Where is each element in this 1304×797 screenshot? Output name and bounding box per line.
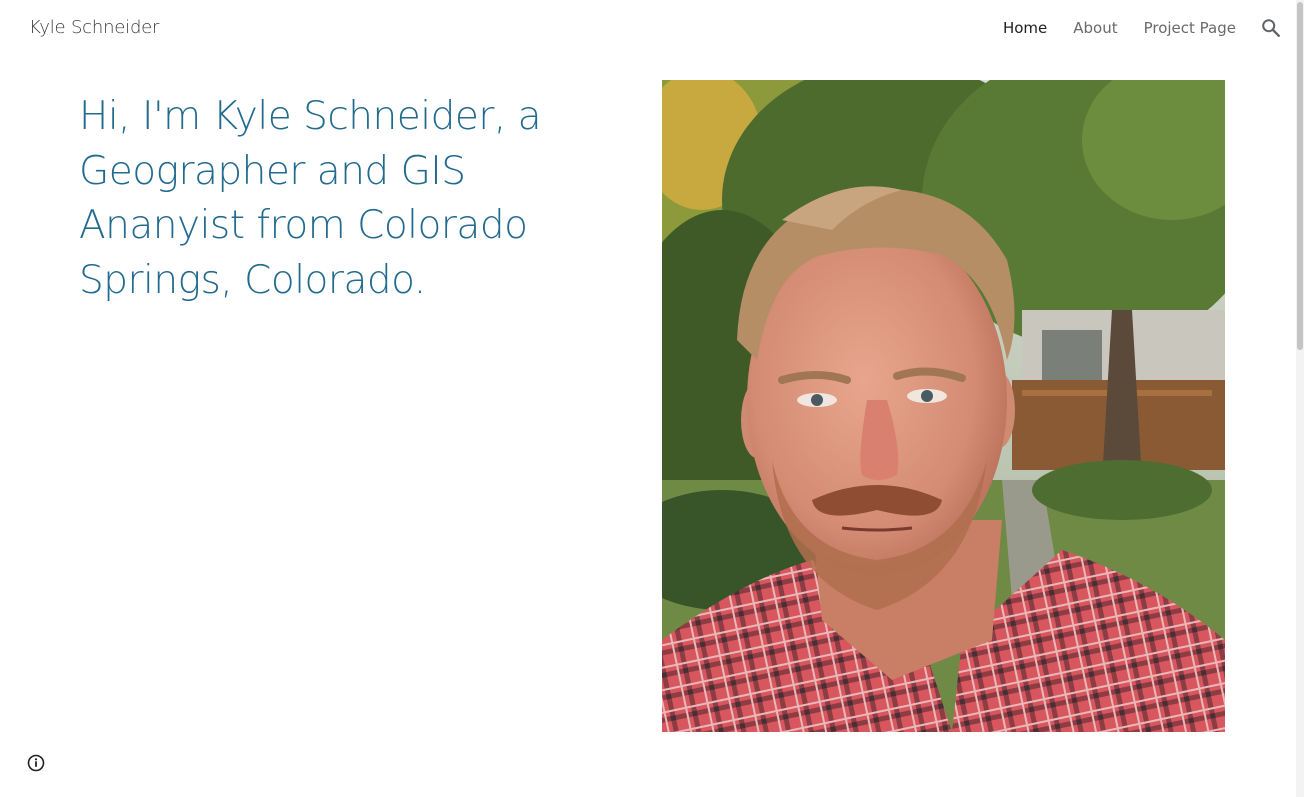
nav-about[interactable]: About (1073, 19, 1117, 37)
scrollbar[interactable] (1296, 0, 1304, 797)
scrollbar-thumb[interactable] (1297, 2, 1303, 350)
nav-project-page[interactable]: Project Page (1144, 19, 1236, 37)
hero-headline: Hi, I'm Kyle Schneider, a Geographer and… (79, 94, 542, 303)
nav-home[interactable]: Home (1003, 19, 1047, 37)
search-icon[interactable] (1260, 17, 1282, 39)
page: Kyle Schneider Home About Project Page H… (0, 0, 1304, 797)
portrait-photo (662, 80, 1225, 732)
info-icon[interactable] (27, 754, 45, 772)
site-title[interactable]: Kyle Schneider (29, 17, 159, 38)
main-nav: Home About Project Page (1003, 19, 1236, 37)
site-header: Kyle Schneider Home About Project Page (0, 0, 1296, 58)
